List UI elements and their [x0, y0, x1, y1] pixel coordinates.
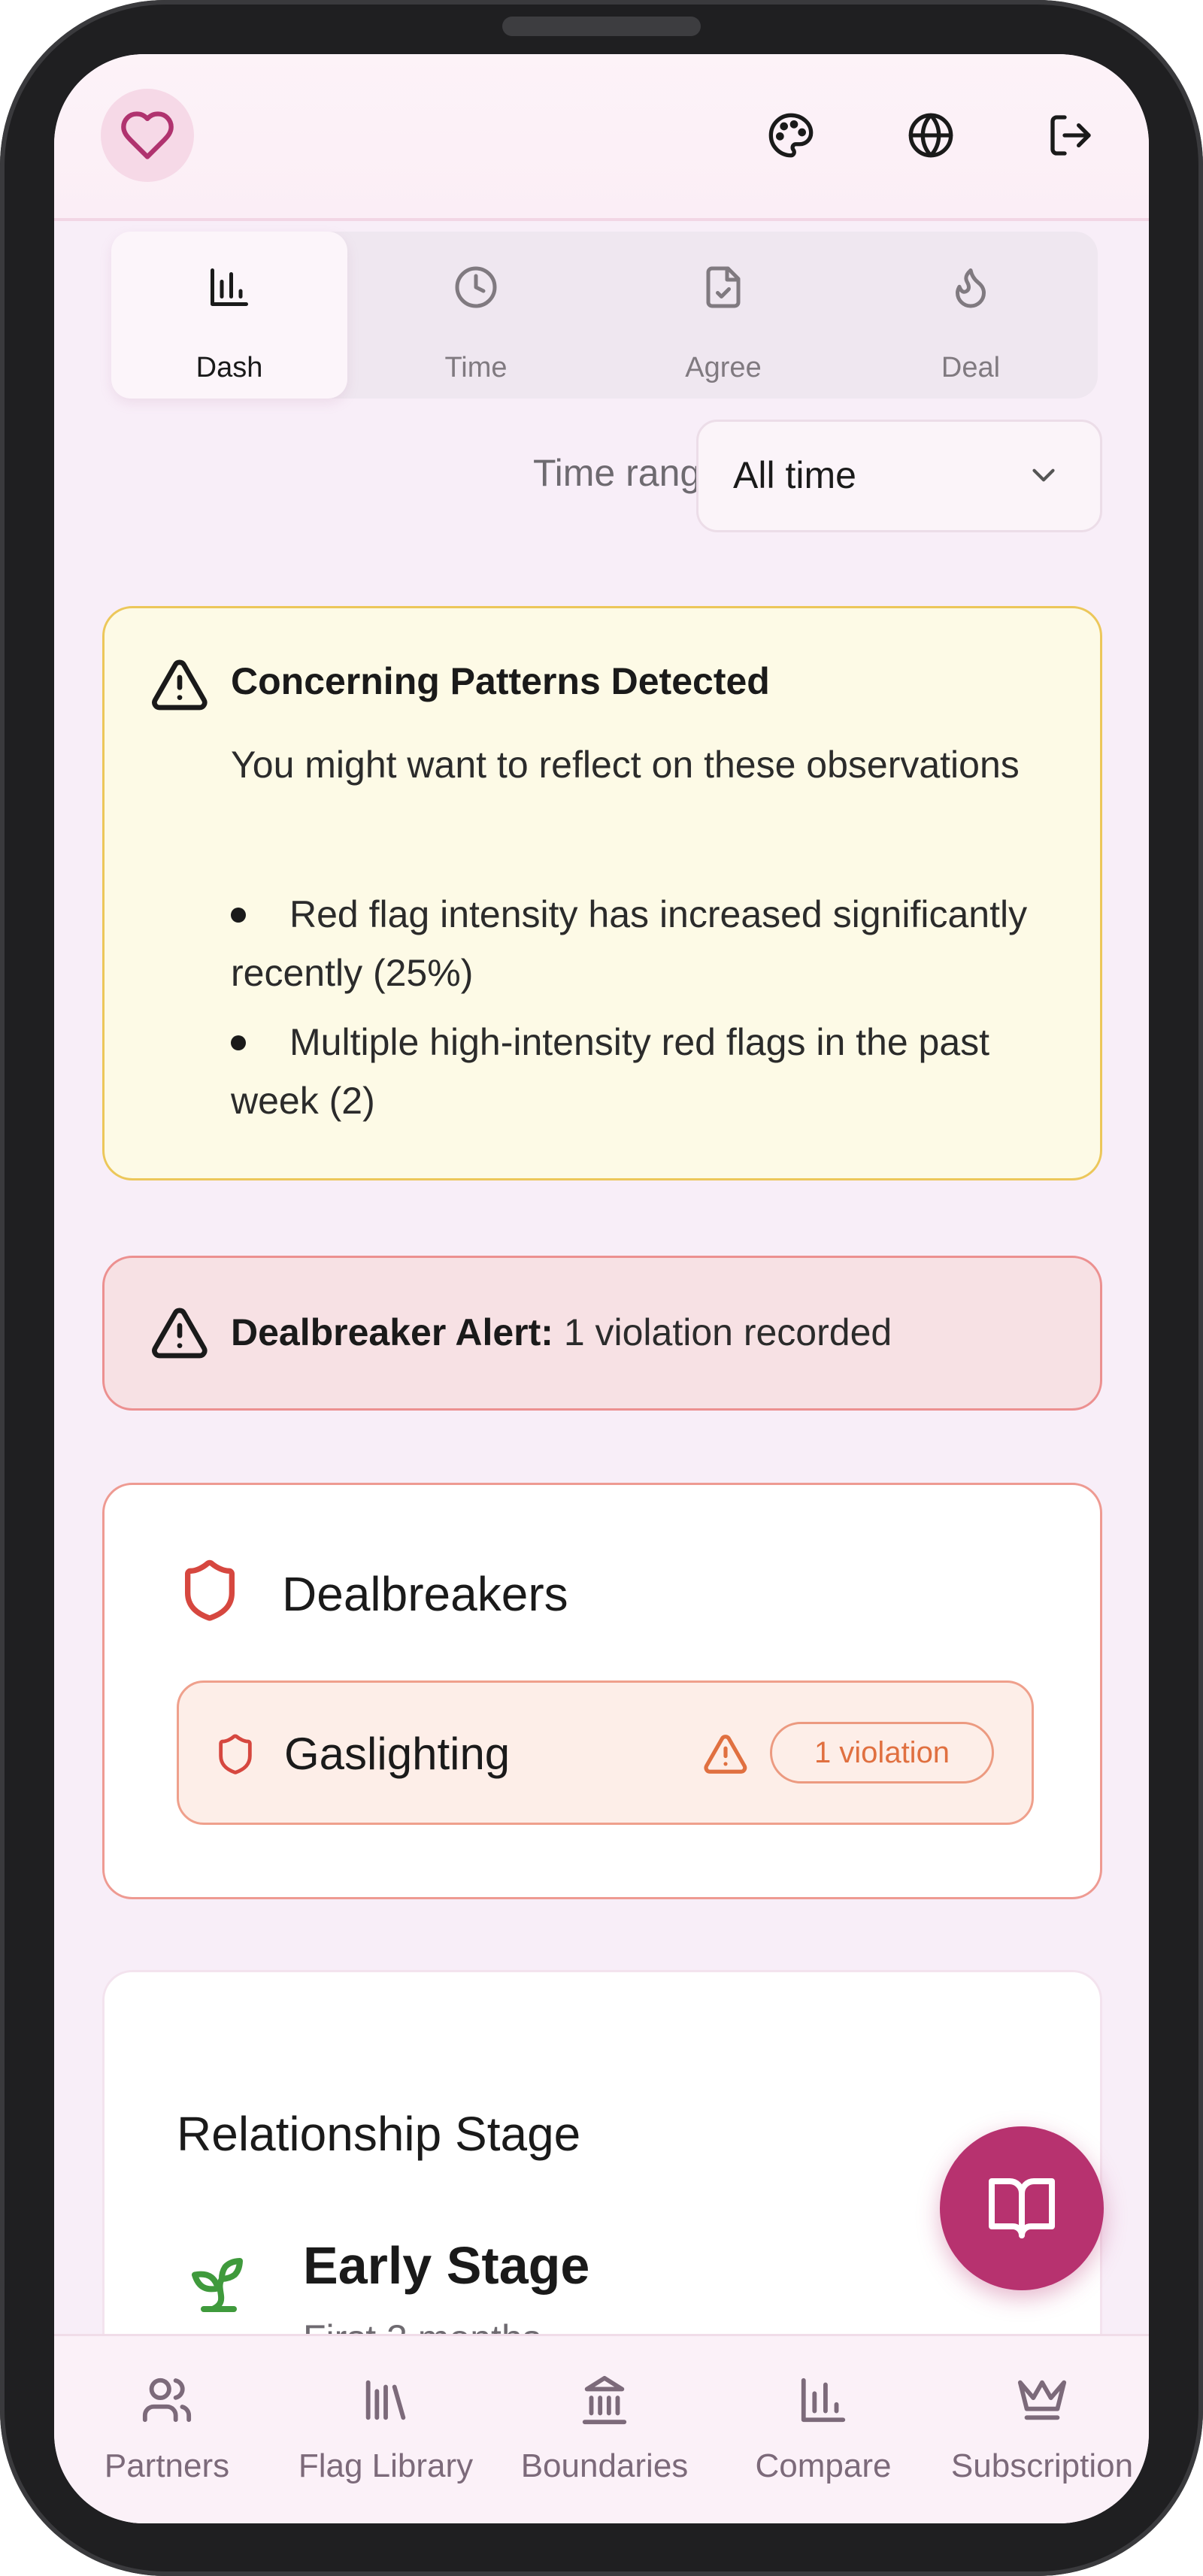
dealbreaker-item[interactable]: Gaslighting 1 violation — [177, 1680, 1034, 1825]
warning-triangle-icon — [150, 1303, 210, 1363]
nav-subscription[interactable]: Subscription — [929, 2336, 1149, 2523]
tab-deal[interactable]: Deal — [853, 232, 1089, 399]
time-range-value: All time — [733, 454, 856, 496]
dealbreakers-card: Dealbreakers Gaslighting 1 violation — [102, 1483, 1102, 1899]
warning-list: Red flag intensity has increased signifi… — [231, 885, 1065, 1141]
nav-flag-library[interactable]: Flag Library — [273, 2336, 498, 2523]
tab-label: Dash — [195, 352, 263, 383]
language-button[interactable] — [899, 104, 962, 167]
logout-icon — [1047, 111, 1095, 159]
phone-frame: Dash Time Agree Deal Time range All time… — [0, 0, 1203, 2576]
library-icon — [359, 2374, 412, 2426]
book-open-icon — [986, 2172, 1058, 2244]
nav-boundaries[interactable]: Boundaries — [492, 2336, 717, 2523]
heart-icon — [119, 107, 176, 164]
nav-partners[interactable]: Partners — [54, 2336, 280, 2523]
warning-title: Concerning Patterns Detected — [231, 660, 770, 702]
warning-item: Multiple high-intensity red flags in the… — [231, 1013, 1065, 1130]
dealbreakers-title: Dealbreakers — [282, 1567, 568, 1621]
stage-section-title: Relationship Stage — [177, 2107, 581, 2161]
app-screen: Dash Time Agree Deal Time range All time… — [54, 54, 1149, 2523]
concerning-patterns-card: Concerning Patterns Detected You might w… — [102, 606, 1102, 1180]
dealbreaker-alert: Dealbreaker Alert: 1 violation recorded — [102, 1256, 1102, 1411]
clock-icon — [453, 265, 498, 310]
alert-title: Dealbreaker Alert: — [231, 1311, 553, 1353]
journal-fab-button[interactable] — [940, 2126, 1104, 2290]
theme-button[interactable] — [759, 104, 823, 167]
flame-icon — [948, 265, 993, 310]
nav-label: Compare — [755, 2447, 892, 2484]
violation-badge: 1 violation — [770, 1722, 994, 1784]
sprout-icon — [183, 2249, 255, 2321]
alert-text: Dealbreaker Alert: 1 violation recorded — [231, 1311, 892, 1354]
nav-compare[interactable]: Compare — [711, 2336, 936, 2523]
warning-triangle-icon — [150, 655, 210, 715]
tab-label: Agree — [685, 352, 762, 383]
shield-icon — [177, 1557, 243, 1623]
warning-item: Red flag intensity has increased signifi… — [231, 885, 1065, 1002]
bottom-navigation: Partners Flag Library Boundaries Compare… — [54, 2334, 1149, 2523]
alert-message: 1 violation recorded — [563, 1311, 892, 1353]
tab-label: Time — [444, 352, 508, 383]
nav-label: Boundaries — [520, 2447, 689, 2484]
warning-description: You might want to reflect on these obser… — [231, 744, 1020, 786]
section-tabs: Dash Time Agree Deal — [111, 232, 1098, 399]
speaker-notch — [502, 17, 701, 36]
palette-icon — [767, 111, 815, 159]
shield-icon — [214, 1732, 257, 1776]
stage-name: Early Stage — [303, 2236, 590, 2295]
landmark-icon — [578, 2374, 631, 2426]
nav-label: Flag Library — [298, 2447, 474, 2484]
tab-time[interactable]: Time — [358, 232, 594, 399]
time-range-label: Time range — [532, 452, 722, 494]
file-check-icon — [701, 265, 746, 310]
logo-button[interactable] — [101, 89, 194, 182]
bar-chart-icon — [797, 2374, 850, 2426]
logout-button[interactable] — [1039, 104, 1102, 167]
crown-icon — [1016, 2374, 1068, 2426]
tab-agree[interactable]: Agree — [605, 232, 841, 399]
tab-label: Deal — [941, 352, 1001, 383]
app-header — [54, 54, 1149, 221]
chevron-down-icon — [1025, 456, 1062, 494]
tab-dash[interactable]: Dash — [111, 232, 347, 399]
users-icon — [141, 2374, 193, 2426]
nav-label: Subscription — [950, 2447, 1134, 2484]
globe-icon — [907, 111, 955, 159]
dealbreaker-name: Gaslighting — [284, 1729, 511, 1779]
bar-chart-icon — [207, 265, 252, 310]
time-range-select[interactable]: All time — [696, 420, 1102, 532]
warning-triangle-icon — [702, 1731, 749, 1777]
